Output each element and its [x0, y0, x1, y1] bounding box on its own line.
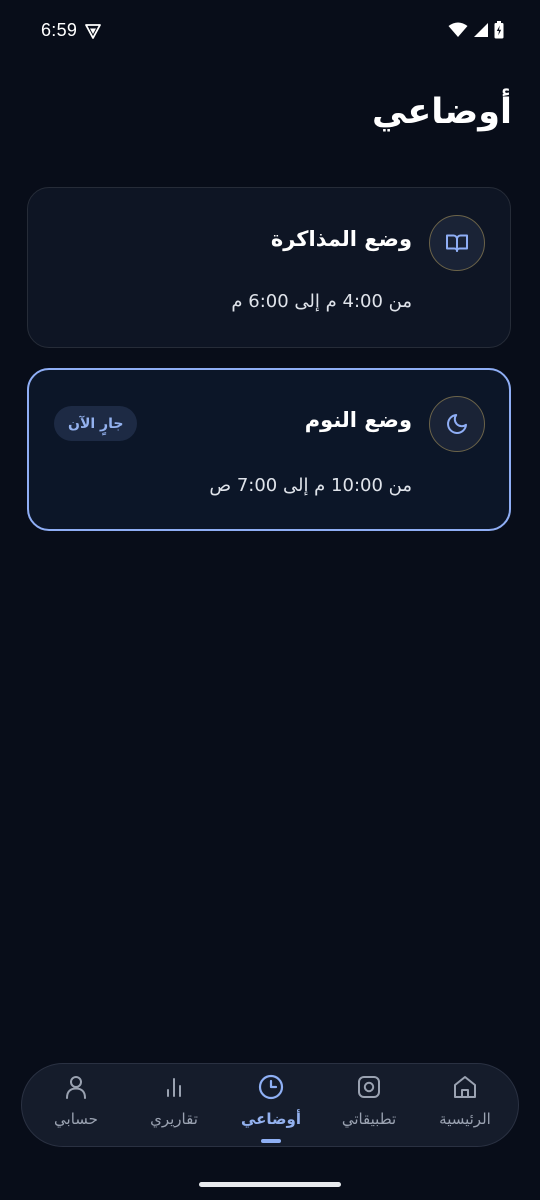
page-title: أوضاعي	[371, 92, 512, 132]
nav-item-home[interactable]: الرئيسية	[417, 1064, 513, 1148]
nav-item-apps[interactable]: تطبيقاتي	[321, 1064, 417, 1148]
status-time: 6:59	[41, 20, 78, 40]
vpn-shield-icon	[85, 23, 101, 39]
mode-title: وضع المذاكرة	[270, 227, 412, 251]
nav-label: حسابي	[54, 1110, 98, 1128]
mode-schedule: من 10:00 م إلى 7:00 ص	[209, 475, 412, 496]
nav-label: تطبيقاتي	[341, 1110, 397, 1128]
nav-label: الرئيسية	[439, 1110, 491, 1128]
book-open-icon	[429, 215, 485, 271]
cellular-signal-icon	[473, 22, 489, 42]
mode-schedule: من 4:00 م إلى 6:00 م	[231, 291, 412, 312]
clock-icon	[257, 1073, 285, 1101]
gesture-home-indicator[interactable]	[199, 1182, 341, 1187]
mode-title: وضع النوم	[304, 408, 412, 432]
bottom-nav: الرئيسية تطبيقاتي أوضاعي تقاريري حسابي	[21, 1063, 519, 1147]
wifi-icon	[448, 22, 468, 42]
nav-label: أوضاعي	[240, 1110, 301, 1128]
nav-item-reports[interactable]: تقاريري	[126, 1064, 222, 1148]
active-now-badge: جارٍ الآن	[54, 406, 138, 441]
bar-chart-icon	[160, 1073, 188, 1101]
nav-item-account[interactable]: حسابي	[28, 1064, 124, 1148]
battery-charging-icon	[494, 21, 504, 43]
status-icons	[448, 21, 504, 43]
mode-card-study[interactable]: وضع المذاكرة من 4:00 م إلى 6:00 م	[27, 187, 511, 348]
nav-item-modes[interactable]: أوضاعي	[223, 1064, 319, 1148]
active-tab-indicator	[261, 1139, 281, 1143]
status-bar: 6:59	[0, 0, 540, 64]
apps-icon	[355, 1073, 383, 1101]
moon-icon	[429, 396, 485, 452]
nav-label: تقاريري	[150, 1110, 198, 1128]
home-icon	[451, 1073, 479, 1101]
mode-card-sleep[interactable]: وضع النوم جارٍ الآن من 10:00 م إلى 7:00 …	[27, 368, 511, 531]
person-icon	[62, 1073, 90, 1101]
